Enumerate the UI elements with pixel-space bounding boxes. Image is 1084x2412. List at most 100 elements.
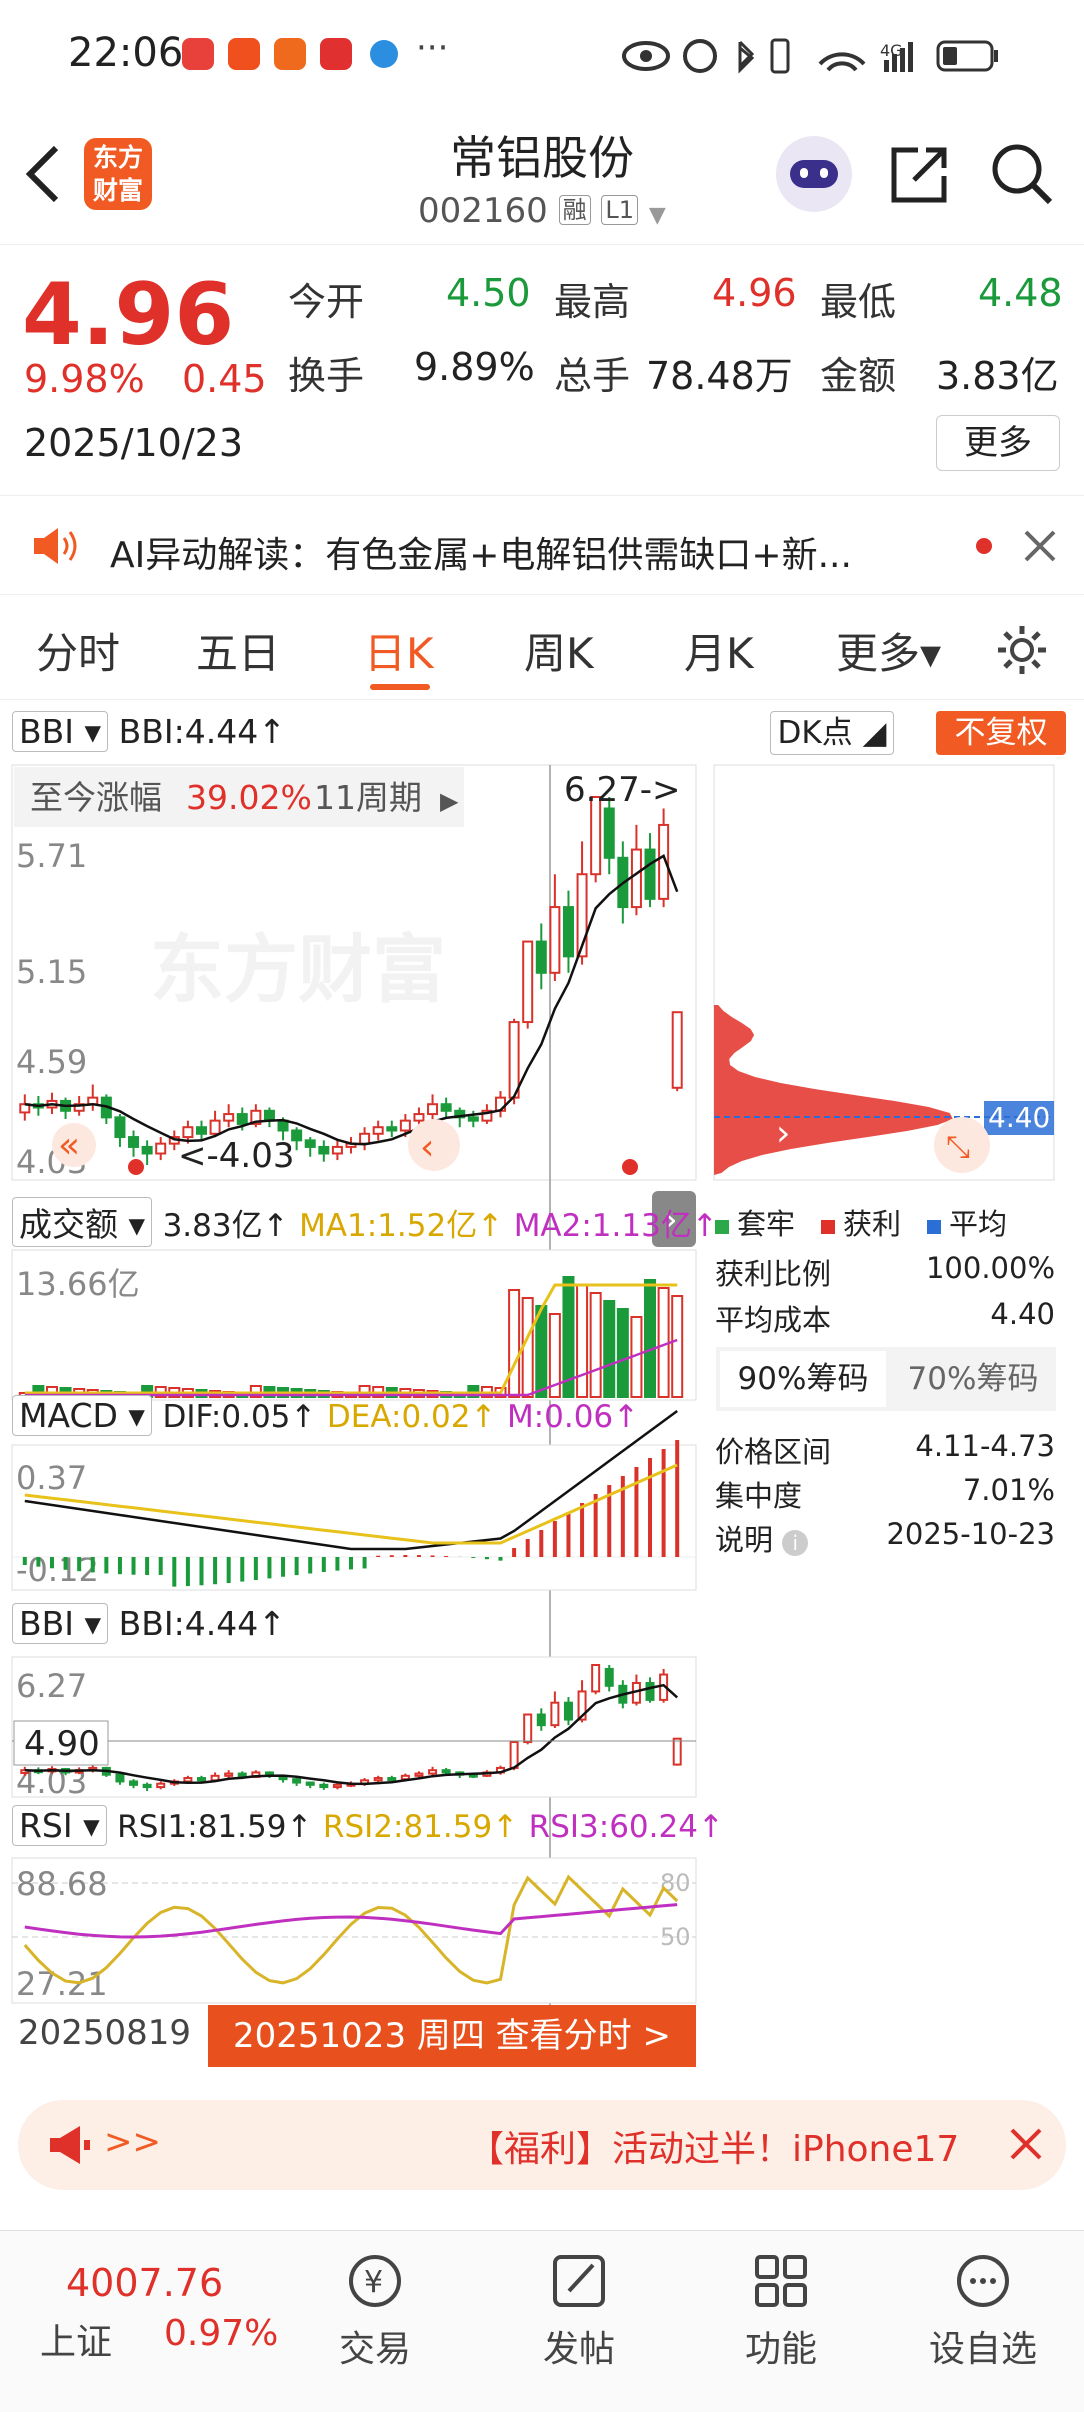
current-price: 4.96 [22, 265, 235, 365]
index-percent: 0.97% [164, 2313, 279, 2354]
tab-monthly-k[interactable]: 月K [684, 620, 754, 681]
search-icon[interactable] [990, 142, 1054, 206]
nav-post[interactable]: 发帖 [514, 2251, 644, 2372]
candle-body [603, 807, 615, 859]
macd-header: MACD ▾ DIF:0.05↑ DEA:0.02↑ M:0.06↑ [12, 1395, 639, 1436]
active-tab-indicator [370, 684, 430, 690]
metric-value: 4.96 [712, 271, 797, 315]
gear-icon[interactable] [994, 622, 1050, 678]
stock-code-row[interactable]: 002160 融 L1 ▼ [418, 190, 666, 231]
apps-icon [755, 2255, 807, 2307]
chevron-left-icon: ‹ [420, 1127, 434, 1168]
candle-body [413, 1113, 425, 1122]
expand-icon: ⤡ [946, 1130, 970, 1165]
nav-add-watchlist[interactable]: 设自选 [918, 2251, 1048, 2372]
chip-row-concentration: 集中度 7.01% [715, 1473, 1055, 1513]
metric-value: 4.48 [978, 271, 1063, 315]
candle-body [550, 1701, 560, 1727]
volume-value: 3.83亿↑ [162, 1208, 289, 1244]
candle-body [372, 1126, 384, 1135]
app-notification-icon [182, 38, 214, 70]
vibrate-icon [770, 38, 790, 74]
stock-header: 东方 财富 常铝股份 002160 融 L1 ▼ [0, 110, 1084, 245]
ai-notice-bar[interactable]: AI异动解读：有色金属+电解铝供需缺口+新... [0, 495, 1084, 595]
volume-indicator-select[interactable]: 成交额 ▾ [12, 1197, 153, 1247]
post-icon [553, 2255, 605, 2307]
macd-m: M:0.06↑ [506, 1399, 640, 1435]
candle-body [155, 1142, 167, 1155]
ai-robot-icon[interactable] [776, 136, 852, 212]
metric-label: 总手 [554, 354, 631, 398]
back-icon[interactable] [22, 144, 62, 204]
candle-body [196, 1777, 206, 1782]
candle-body [671, 1011, 683, 1089]
tab-chip-70[interactable]: 70%筹码 [890, 1347, 1056, 1411]
more-quote-button[interactable]: 更多 [936, 415, 1060, 471]
unread-dot [976, 538, 992, 554]
rsi-top-label: 88.68 [16, 1865, 108, 1903]
tab-more[interactable]: 更多▾ [836, 620, 941, 681]
close-icon[interactable] [1008, 2126, 1044, 2162]
y-axis-label: 5.71 [16, 837, 87, 875]
view-intraday-button[interactable]: 20251023 周四 查看分时 > [208, 2005, 696, 2067]
gain-period: 11周期 [314, 778, 422, 817]
gain-label: 至今涨幅 [30, 778, 162, 817]
volume-header: 成交额 ▾ 3.83亿↑ MA1:1.52亿↑ MA2:1.13亿↑ [12, 1197, 718, 1247]
y-axis-label: 5.15 [16, 953, 87, 991]
tab-intraday[interactable]: 分时 [36, 620, 120, 681]
candle-body [359, 1132, 371, 1145]
tab-weekly-k[interactable]: 周K [524, 620, 594, 681]
rsi-header: RSI ▾ RSI1:81.59↑ RSI2:81.59↑ RSI3:60.24… [12, 1805, 724, 1846]
level-badge: L1 [601, 195, 639, 225]
tab-daily-k[interactable]: 日K [364, 620, 434, 681]
chevron-down-icon: ▼ [648, 203, 666, 228]
bbi-top-label: 6.27 [16, 1667, 87, 1705]
rsi-50-label: 50 [660, 1923, 691, 1951]
candle-body [195, 1126, 207, 1135]
tab-five-day[interactable]: 五日 [196, 620, 280, 681]
promo-text: 【福利】活动过半！iPhone17 [468, 2129, 960, 2170]
tab-chip-90[interactable]: 90%筹码 [720, 1351, 886, 1407]
margin-badge: 融 [558, 195, 591, 225]
macd-indicator-select[interactable]: MACD ▾ [12, 1395, 152, 1436]
nav-functions[interactable]: 功能 [716, 2251, 846, 2372]
candle-body [115, 1773, 125, 1783]
watermark: 东方财富 [150, 927, 446, 1013]
bbi-header: BBI ▾ BBI:4.44↑ [12, 1603, 286, 1644]
nav-trade[interactable]: ¥ 交易 [310, 2251, 440, 2372]
status-bar: 22:06 ··· 4G [0, 0, 1084, 110]
candle-body [440, 1103, 452, 1112]
app-logo[interactable]: 东方 财富 [84, 138, 152, 210]
period-tabs: 分时 五日 日K 周K 月K 更多▾ [0, 600, 1084, 700]
candle-body [319, 1783, 329, 1789]
rsi2-value: RSI2:81.59↑ [322, 1809, 519, 1845]
change-amount: 0.45 [182, 357, 267, 401]
chip-row-avg-cost: 平均成本 4.40 [715, 1297, 1055, 1337]
cursor-price: 4.90 [24, 1724, 100, 1764]
candle-body [562, 906, 574, 958]
metric-value: 9.89% [414, 345, 535, 389]
candle-body [183, 1777, 193, 1783]
metric-value: 78.48万 [646, 354, 793, 398]
promo-banner[interactable]: >> 【福利】活动过半！iPhone17 [18, 2100, 1066, 2190]
start-date: 20250819 [18, 2013, 192, 2053]
info-icon[interactable]: i [782, 1530, 809, 1556]
app-notification-icon [320, 38, 352, 70]
volume-bar [576, 1284, 589, 1398]
rsi-indicator-select[interactable]: RSI ▾ [12, 1805, 107, 1846]
macd-panel-frame [11, 1444, 697, 1591]
share-icon[interactable] [888, 142, 952, 206]
candle-body [549, 906, 561, 974]
bbi-indicator-select[interactable]: BBI ▾ [12, 1603, 109, 1644]
legend-profit: 获利 [821, 1201, 901, 1243]
volume-bar [589, 1292, 602, 1398]
macd-dif: DIF:0.05↑ [162, 1399, 317, 1435]
chip-row-price-range: 价格区间 4.11-4.73 [715, 1429, 1055, 1469]
bluetooth-icon [738, 40, 755, 74]
candle-body [128, 1136, 140, 1148]
candle-body [305, 1781, 315, 1786]
volume-ma1: MA1:1.52亿↑ [299, 1208, 504, 1244]
rsi-bottom-label: 27.21 [16, 1965, 108, 2003]
candle-body [304, 1139, 316, 1148]
close-icon[interactable] [1022, 528, 1058, 564]
